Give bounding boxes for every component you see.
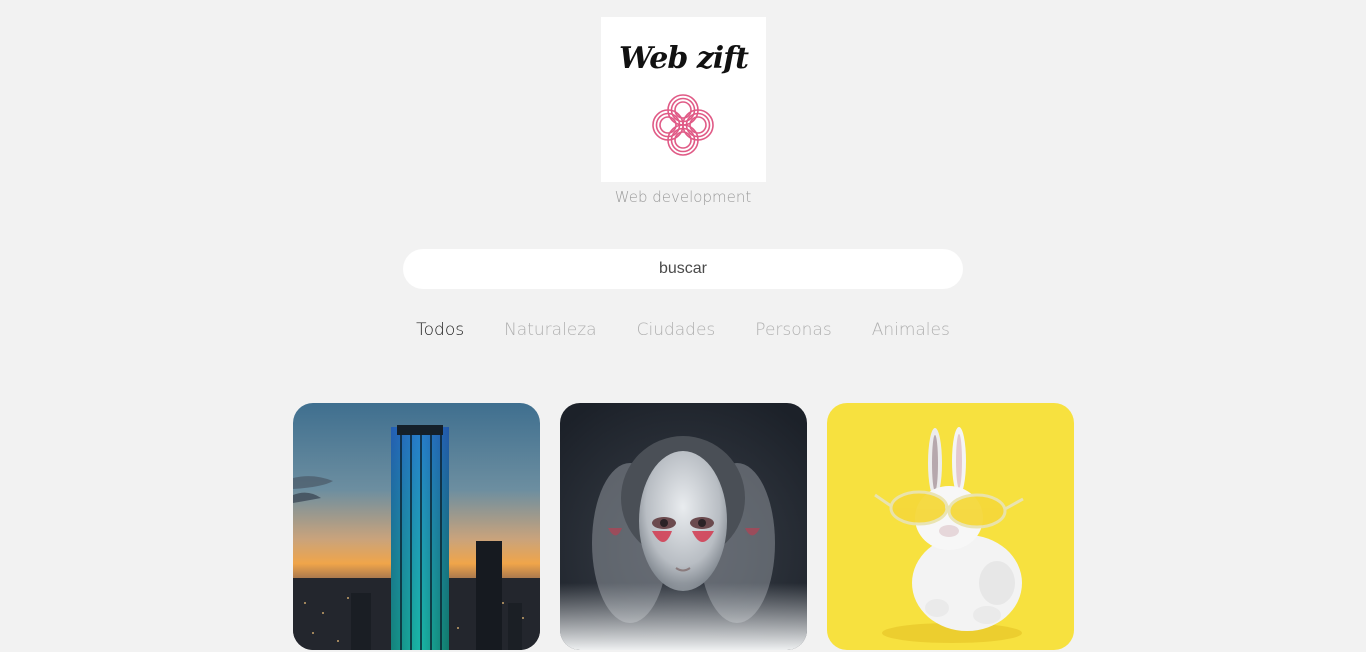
portrait-image [560,403,807,650]
tagline: Web development [614,188,752,206]
logo[interactable]: Web zift [601,17,766,182]
category-filters: Todos Naturaleza Ciudades Personas Anima… [0,320,1366,340]
filter-personas[interactable]: Personas [755,320,831,340]
rabbit-image [827,403,1074,650]
filter-naturaleza[interactable]: Naturaleza [504,320,597,340]
gallery-item-portrait[interactable] [560,403,807,650]
search-input[interactable] [403,249,963,289]
image-gallery [293,403,1074,652]
logo-wordmark: Web zift [619,41,749,76]
filter-animales[interactable]: Animales [872,320,950,340]
gallery-item-rabbit[interactable] [827,403,1074,650]
filter-ciudades[interactable]: Ciudades [637,320,716,340]
page: Web zift Web development Todos Naturalez… [0,0,1366,652]
city-skyline-image [293,403,540,650]
filter-todos[interactable]: Todos [416,320,464,340]
gallery-item-city[interactable] [293,403,540,650]
knot-logo-icon [652,94,714,156]
